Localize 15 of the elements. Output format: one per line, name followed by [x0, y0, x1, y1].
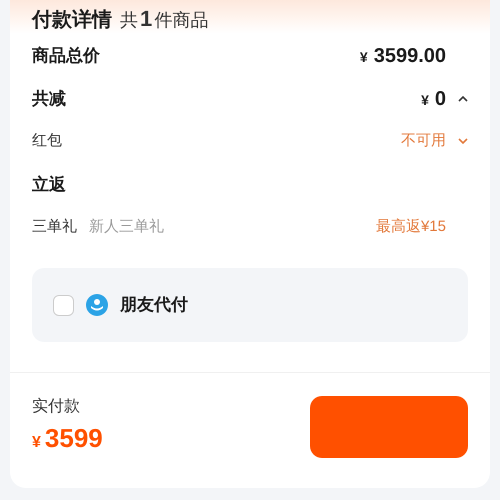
- friend-pay-label: 朋友代付: [120, 294, 188, 316]
- row-label: 三单礼: [32, 217, 77, 238]
- row-value: ¥ 0: [421, 86, 446, 112]
- row-note: 新人三单礼: [89, 217, 164, 238]
- row-value: ¥ 3599.00: [360, 44, 446, 68]
- item-count: 共1件商品: [120, 5, 208, 33]
- row-value: 不可用: [401, 131, 446, 152]
- payment-amount: ¥3599: [32, 422, 103, 455]
- payment-label: 实付款: [32, 396, 81, 417]
- row-label: 商品总价: [32, 44, 100, 67]
- section-title: 付款详情: [32, 8, 112, 33]
- row-value: 最高返¥15: [376, 217, 446, 238]
- row-label: 红包: [32, 131, 62, 152]
- row-label: 立返: [32, 174, 66, 196]
- row-label: 共减: [32, 88, 66, 110]
